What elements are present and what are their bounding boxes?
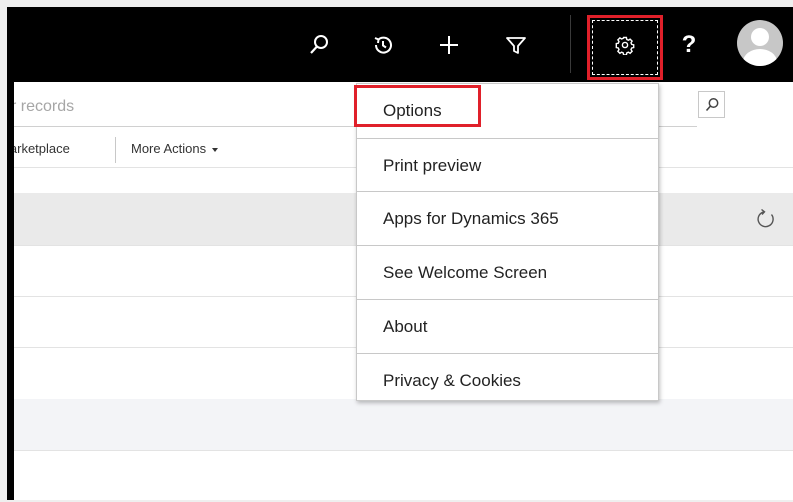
menu-item-label: About xyxy=(383,317,428,336)
search-icon[interactable] xyxy=(303,29,335,61)
nav-separator xyxy=(570,15,571,73)
help-label: ? xyxy=(681,31,697,58)
app-window: ? larketplace More Actions Options Print… xyxy=(7,7,793,500)
menu-item-label: Print preview xyxy=(383,156,482,175)
settings-menu: Options Print preview Apps for Dynamics … xyxy=(356,83,659,401)
filter-icon[interactable] xyxy=(500,29,532,61)
settings-highlight-box xyxy=(587,15,663,80)
top-nav-bar: ? xyxy=(7,7,793,82)
options-highlight-box xyxy=(354,85,481,127)
menu-item-privacy-cookies[interactable]: Privacy & Cookies xyxy=(357,354,658,408)
grid-row-line xyxy=(7,450,793,451)
menu-item-welcome-screen[interactable]: See Welcome Screen xyxy=(357,246,658,300)
menu-item-apps-for-dynamics[interactable]: Apps for Dynamics 365 xyxy=(357,192,658,246)
caret-down-icon xyxy=(212,147,219,152)
more-actions-label: More Actions xyxy=(131,141,207,156)
search-button[interactable] xyxy=(698,91,725,118)
menu-item-print-preview[interactable]: Print preview xyxy=(357,139,658,193)
refresh-icon[interactable] xyxy=(755,208,777,230)
menu-item-label: Privacy & Cookies xyxy=(383,371,521,390)
menu-item-label: Apps for Dynamics 365 xyxy=(383,209,559,228)
command-separator xyxy=(115,137,116,163)
help-icon[interactable]: ? xyxy=(673,29,705,61)
user-avatar-icon[interactable] xyxy=(737,20,783,66)
search-icon xyxy=(705,97,718,111)
window-left-edge xyxy=(7,7,14,500)
menu-item-label: See Welcome Screen xyxy=(383,263,548,282)
recent-icon[interactable] xyxy=(367,29,399,61)
menu-item-about[interactable]: About xyxy=(357,300,658,354)
marketplace-command[interactable]: larketplace xyxy=(7,141,70,156)
more-actions-command[interactable]: More Actions xyxy=(131,141,219,156)
add-icon[interactable] xyxy=(433,29,465,61)
